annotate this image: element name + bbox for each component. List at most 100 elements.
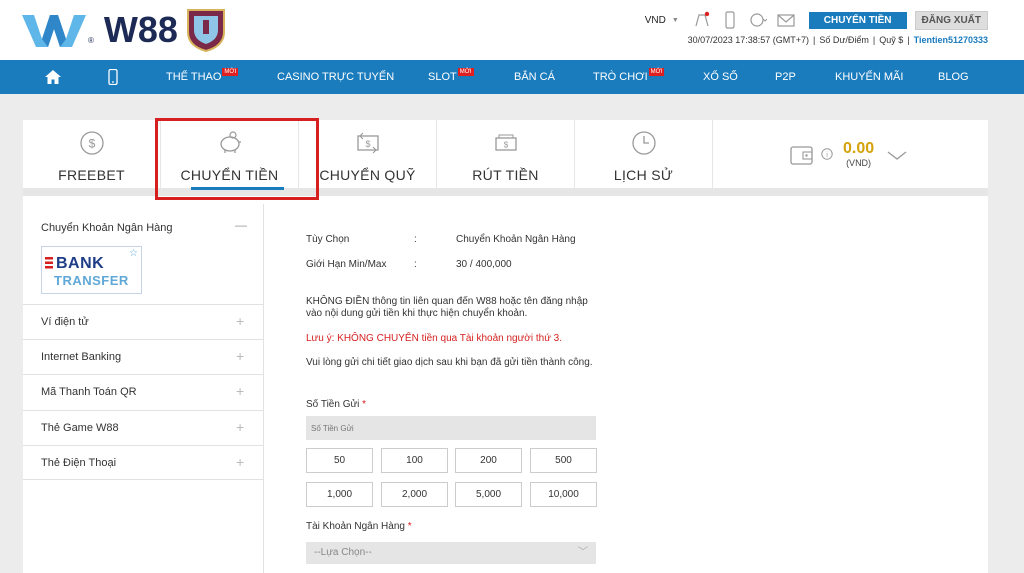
currency-select[interactable]: VND	[645, 15, 666, 26]
collapse-icon[interactable]: —	[235, 218, 247, 232]
separator: |	[907, 35, 910, 45]
sidebar-item-internet-banking[interactable]: Internet Banking +	[23, 339, 264, 374]
sidebar-item-label: Mã Thanh Toán QR	[41, 386, 137, 398]
bank-select-value: --Lựa Chọn--	[314, 547, 372, 558]
quick-amount-button[interactable]: 50	[306, 448, 373, 473]
bank-logo-text: BANK	[56, 255, 105, 272]
club-crest-icon	[186, 9, 225, 52]
wallet-amount: 0.00	[843, 140, 875, 157]
quick-amount-button[interactable]: 200	[455, 448, 522, 473]
info-icon[interactable]: i	[821, 148, 833, 160]
colon: :	[414, 259, 417, 270]
sidebar-item-label: Internet Banking	[41, 351, 122, 363]
wallet-icon[interactable]	[790, 144, 814, 166]
nav-lottery[interactable]: XỔ SỐ	[703, 60, 738, 94]
chevron-down-icon[interactable]: ▼	[672, 17, 679, 24]
quick-amount-button[interactable]: 1,000	[306, 482, 373, 507]
mobile-icon[interactable]	[721, 11, 739, 29]
support-icon[interactable]	[693, 11, 711, 29]
separator: |	[872, 35, 876, 45]
limit-label: Giới Hạn Min/Max	[306, 259, 387, 270]
nav-blog[interactable]: BLOG	[938, 60, 969, 94]
chevron-down-icon: ﹀	[578, 547, 588, 558]
new-badge: MỚI	[222, 68, 239, 76]
expand-icon[interactable]: +	[236, 383, 244, 399]
notice-text: KHÔNG ĐIỀN thông tin liên quan đến W88 h…	[306, 296, 588, 319]
amount-input[interactable]	[306, 416, 596, 440]
sidebar-item-ewallet[interactable]: Ví điện tử +	[23, 304, 264, 339]
tab-freebet[interactable]: $ FREEBET	[23, 120, 161, 196]
mail-icon[interactable]	[777, 11, 795, 29]
option-label: Tùy Chọn	[306, 234, 350, 245]
tab-fund-transfer[interactable]: $ CHUYỂN QUỸ	[299, 120, 437, 196]
sidebar-item-qr-payment[interactable]: Mã Thanh Toán QR +	[23, 374, 264, 409]
transfer-button[interactable]: CHUYỂN TIỀN	[808, 11, 907, 29]
required-mark: *	[407, 521, 412, 532]
bank-account-label: Tài Khoản Ngân Hàng *	[306, 521, 412, 532]
sidebar-item-label: Thẻ Game W88	[41, 422, 119, 434]
bank-stripes-icon	[45, 257, 53, 269]
w88-logo-icon	[22, 15, 86, 47]
sidebar-item-bank-transfer[interactable]: Chuyển Khoản Ngân Hàng	[41, 222, 172, 234]
nav-live-casino[interactable]: CASINO TRỰC TUYẾN	[277, 60, 394, 94]
expand-icon[interactable]: +	[236, 313, 244, 329]
balance-points-link[interactable]: Số Dư/Điểm	[819, 35, 869, 45]
banking-tabs: $ FREEBET CHUYỂN TIỀN $ CHUYỂN QUỸ $ RÚT…	[23, 118, 988, 200]
bank-account-select[interactable]: --Lựa Chọn-- ﹀	[306, 542, 596, 564]
dollar-coin-icon: $	[79, 131, 104, 155]
header: ® W88 VND ▼ CHUYỂN TIỀN ĐĂNG XUẤT 30/07/…	[0, 0, 1024, 60]
sidebar-item-label: Thẻ Điện Thoại	[41, 457, 117, 469]
nav-fishing[interactable]: BẮN CÁ	[514, 60, 555, 94]
svg-text:$: $	[88, 137, 95, 151]
expand-icon[interactable]: +	[236, 454, 244, 470]
bank-logo-subtext: TRANSFER	[54, 273, 129, 288]
sidebar-item-label: Ví điện tử	[41, 316, 89, 328]
instruction-text: Vui lòng gửi chi tiết giao dịch sau khi …	[306, 357, 593, 368]
bank-transfer-option[interactable]: BANK TRANSFER ☆	[41, 246, 142, 294]
wallet-currency: (VND)	[846, 158, 872, 168]
fund-transfer-icon: $	[356, 132, 379, 154]
nav-p2p[interactable]: P2P	[775, 60, 796, 94]
fund-link[interactable]: Quỹ $	[879, 35, 903, 45]
banking-panel: $ FREEBET CHUYỂN TIỀN $ CHUYỂN QUỸ $ RÚT…	[23, 118, 988, 573]
tab-label: FREEBET	[58, 167, 125, 183]
nav-promotions[interactable]: KHUYẾN MÃI	[835, 60, 903, 94]
limit-value: 30 / 400,000	[456, 259, 512, 270]
bank-account-label-text: Tài Khoản Ngân Hàng	[306, 521, 405, 532]
warning-text: Lưu ý: KHÔNG CHUYỂN tiền qua Tài khoản n…	[306, 333, 563, 344]
star-icon: ☆	[129, 248, 138, 259]
expand-icon[interactable]: +	[236, 348, 244, 364]
nav-slot[interactable]: SLOT MỚI	[428, 60, 474, 94]
highlight-frame	[155, 118, 319, 200]
nav-sports[interactable]: THỂ THAO MỚI	[166, 60, 239, 94]
amount-label: Số Tiền Gửi *	[306, 399, 366, 410]
current-datetime: 30/07/2023 17:38:57 (GMT+7)	[687, 35, 810, 45]
expand-icon[interactable]: +	[236, 419, 244, 435]
brand-name: W88	[103, 9, 178, 50]
sidebar-item-phone-card[interactable]: Thẻ Điện Thoại +	[23, 445, 264, 480]
quick-amount-button[interactable]: 500	[530, 448, 597, 473]
payment-method-sidebar: Chuyển Khoản Ngân Hàng — BANK TRANSFER ☆…	[23, 204, 264, 573]
username[interactable]: Tientien51270333	[914, 35, 988, 45]
brand-logo[interactable]: ® W88	[22, 8, 226, 52]
nav-games[interactable]: TRÒ CHƠI MỚI	[593, 60, 665, 94]
header-account-area: VND ▼ CHUYỂN TIỀN ĐĂNG XUẤT 30/07/2023 1…	[645, 10, 988, 45]
tab-withdraw[interactable]: $ RÚT TIỀN	[437, 120, 575, 196]
tab-history[interactable]: LỊCH SỬ	[575, 120, 713, 196]
new-badge: MỚI	[648, 68, 665, 76]
logout-button[interactable]: ĐĂNG XUẤT	[914, 10, 988, 30]
sidebar-item-game-card[interactable]: Thẻ Game W88 +	[23, 410, 264, 445]
chevron-down-icon[interactable]	[886, 150, 908, 162]
amount-label-text: Số Tiền Gửi	[306, 399, 360, 410]
tab-label: RÚT TIỀN	[472, 167, 539, 183]
svg-text:i: i	[826, 152, 828, 159]
home-icon[interactable]	[45, 70, 61, 84]
quick-amount-button[interactable]: 100	[381, 448, 448, 473]
quick-amount-button[interactable]: 5,000	[455, 482, 522, 507]
language-icon[interactable]	[749, 11, 767, 29]
quick-amount-button[interactable]: 2,000	[381, 482, 448, 507]
svg-text:$: $	[503, 141, 508, 150]
quick-amount-button[interactable]: 10,000	[530, 482, 597, 507]
option-value: Chuyển Khoản Ngân Hàng	[456, 234, 576, 245]
mobile-app-icon[interactable]	[108, 69, 118, 85]
